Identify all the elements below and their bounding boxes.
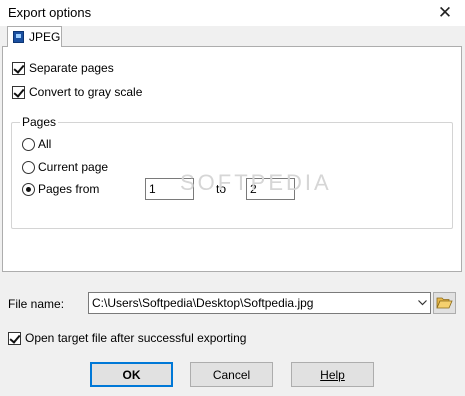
close-button[interactable]: ✕: [425, 0, 465, 26]
file-name-label: File name:: [8, 297, 65, 311]
radio-all-label: All: [38, 137, 52, 151]
separate-pages-label: Separate pages: [29, 61, 114, 75]
gray-scale-checkbox[interactable]: Convert to gray scale: [12, 85, 142, 99]
ok-button-label: OK: [122, 367, 141, 382]
browse-button[interactable]: [433, 292, 456, 314]
chevron-down-icon[interactable]: [414, 293, 430, 313]
tab-jpeg-label: JPEG: [29, 30, 61, 44]
radio-from-icon: [22, 182, 35, 196]
help-button[interactable]: Help: [291, 362, 374, 387]
tab-panel: Separate pages Convert to gray scale Pag…: [2, 46, 462, 272]
radio-from-label: Pages from: [38, 182, 100, 196]
window-title: Export options: [8, 5, 92, 20]
gray-scale-check-icon: [12, 85, 25, 99]
separate-pages-checkbox[interactable]: Separate pages: [12, 61, 114, 75]
radio-all-icon: [22, 137, 35, 151]
file-name-value: C:\Users\Softpedia\Desktop\Softpedia.jpg: [92, 296, 314, 310]
separate-pages-check-icon: [12, 61, 25, 75]
jpeg-file-icon: [13, 31, 24, 43]
file-name-combo[interactable]: C:\Users\Softpedia\Desktop\Softpedia.jpg: [88, 292, 431, 314]
help-button-label: Help: [320, 367, 345, 382]
cancel-button-label: Cancel: [212, 367, 251, 382]
radio-all[interactable]: All: [22, 137, 51, 151]
title-bar: Export options ✕: [0, 0, 465, 26]
open-after-export-checkbox[interactable]: Open target file after successful export…: [8, 331, 246, 345]
cancel-button[interactable]: Cancel: [190, 362, 273, 387]
radio-pages-from[interactable]: Pages from: [22, 182, 99, 196]
ok-button[interactable]: OK: [90, 362, 173, 387]
folder-open-icon: [436, 297, 453, 309]
radio-current-icon: [22, 160, 35, 174]
radio-current-page[interactable]: Current page: [22, 160, 108, 174]
watermark: SOFTPEDIA: [180, 170, 332, 195]
close-icon: ✕: [437, 3, 453, 22]
gray-scale-label: Convert to gray scale: [29, 85, 143, 99]
open-after-label: Open target file after successful export…: [25, 331, 247, 345]
tab-jpeg[interactable]: JPEG: [7, 26, 62, 47]
radio-current-label: Current page: [38, 160, 109, 174]
pages-legend: Pages: [20, 115, 59, 129]
open-after-check-icon: [8, 331, 21, 345]
